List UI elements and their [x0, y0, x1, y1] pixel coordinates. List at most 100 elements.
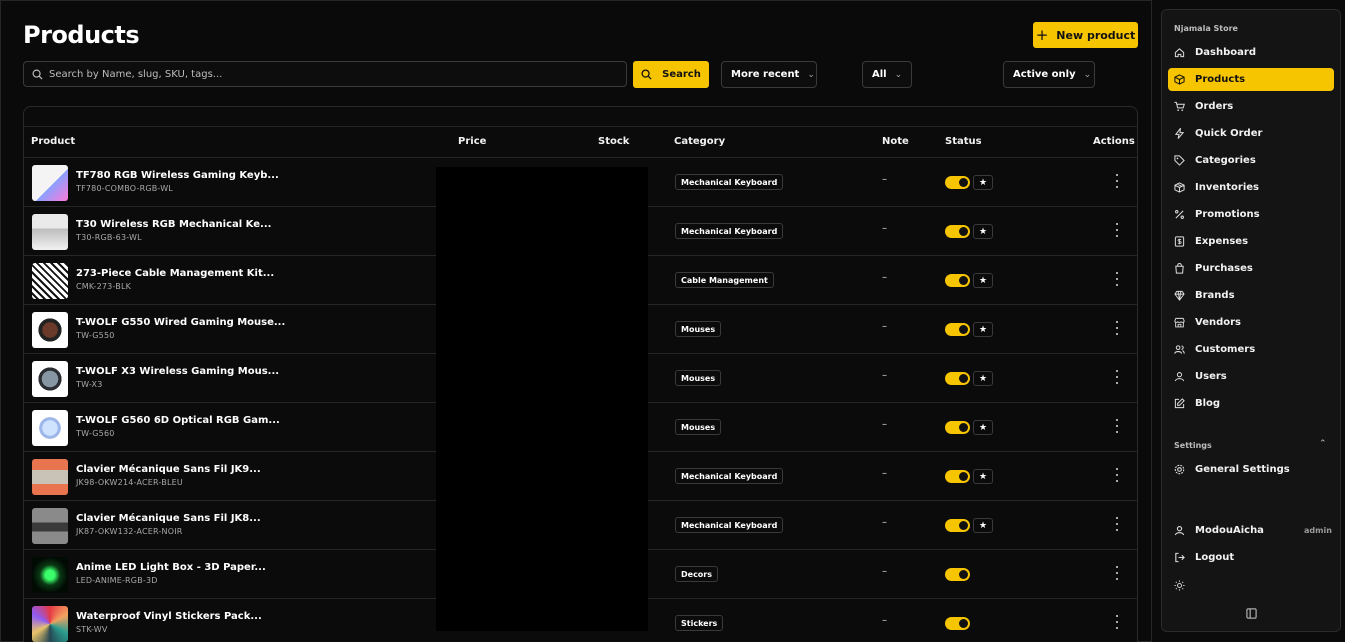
status-toggle[interactable]: [945, 519, 970, 532]
category-badge: Mechanical Keyboard: [675, 517, 784, 533]
status-toggle[interactable]: [945, 176, 970, 189]
sidebar-item-quick-order[interactable]: Quick Order: [1168, 122, 1334, 145]
product-sku: LED-ANIME-RGB-3D: [76, 576, 158, 585]
chevron-up-icon[interactable]: ⌃: [1319, 439, 1327, 449]
product-sku: T30-RGB-63-WL: [76, 233, 142, 242]
sidebar-collapse-icon[interactable]: [1246, 608, 1257, 619]
sidebar-item-products[interactable]: Products: [1168, 68, 1334, 91]
sidebar-item-customers[interactable]: Customers: [1168, 338, 1334, 361]
featured-star-button[interactable]: ★: [973, 469, 993, 484]
product-note: –: [882, 517, 887, 528]
user-name: ModouAicha: [1195, 525, 1264, 536]
tag-icon: [1174, 155, 1185, 166]
search-box[interactable]: [23, 61, 627, 87]
more-actions-icon[interactable]: [1114, 517, 1120, 531]
featured-star-button[interactable]: ★: [973, 273, 993, 288]
product-name[interactable]: T-WOLF G550 Wired Gaming Mouse...: [76, 317, 285, 328]
gem-icon: [1174, 290, 1185, 301]
product-note: –: [882, 370, 887, 381]
featured-star-button[interactable]: ★: [973, 322, 993, 337]
category-badge: Cable Management: [675, 272, 774, 288]
sidebar-item-vendors[interactable]: Vendors: [1168, 311, 1334, 334]
status-filter-value: Active only: [1013, 69, 1076, 80]
sidebar-item-blog[interactable]: Blog: [1168, 392, 1334, 415]
header-category[interactable]: Category: [674, 136, 725, 147]
sidebar-item-expenses[interactable]: Expenses: [1168, 230, 1334, 253]
product-name[interactable]: Waterproof Vinyl Stickers Pack...: [76, 611, 262, 622]
sidebar-item-promotions[interactable]: Promotions: [1168, 203, 1334, 226]
sidebar-item-purchases[interactable]: Purchases: [1168, 257, 1334, 280]
category-badge: Mechanical Keyboard: [675, 174, 784, 190]
more-actions-icon[interactable]: [1114, 370, 1120, 384]
search-icon: [32, 69, 43, 80]
search-input[interactable]: [49, 68, 609, 80]
sidebar-item-categories[interactable]: Categories: [1168, 149, 1334, 172]
product-name[interactable]: 273-Piece Cable Management Kit...: [76, 268, 274, 279]
status-toggle[interactable]: [945, 372, 970, 385]
logout-button[interactable]: Logout: [1168, 546, 1334, 569]
status-filter-dropdown[interactable]: Active only ⌄: [1003, 61, 1095, 88]
status-toggle[interactable]: [945, 617, 970, 630]
more-actions-icon[interactable]: [1114, 321, 1120, 335]
status-toggle[interactable]: [945, 274, 970, 287]
category-badge: Decors: [675, 566, 719, 582]
sun-icon[interactable]: [1174, 580, 1185, 591]
sidebar-item-brands[interactable]: Brands: [1168, 284, 1334, 307]
product-name[interactable]: TF780 RGB Wireless Gaming Keyb...: [76, 170, 279, 181]
product-name[interactable]: T-WOLF G560 6D Optical RGB Gam...: [76, 415, 280, 426]
featured-star-button[interactable]: ★: [973, 175, 993, 190]
sidebar-item-label: Dashboard: [1195, 47, 1256, 58]
category-badge: Mouses: [675, 370, 722, 386]
new-product-label: New product: [1056, 28, 1136, 42]
more-actions-icon[interactable]: [1114, 419, 1120, 433]
search-button[interactable]: Search: [633, 61, 709, 88]
product-note: –: [882, 174, 887, 185]
product-name[interactable]: Clavier Mécanique Sans Fil JK8...: [76, 513, 261, 524]
status-toggle[interactable]: [945, 225, 970, 238]
sidebar-item-label: Blog: [1195, 398, 1221, 409]
new-product-button[interactable]: + New product: [1033, 22, 1138, 48]
product-name[interactable]: T-WOLF X3 Wireless Gaming Mous...: [76, 366, 279, 377]
product-note: –: [882, 566, 887, 577]
featured-star-button[interactable]: ★: [973, 371, 993, 386]
more-actions-icon[interactable]: [1114, 223, 1120, 237]
product-name[interactable]: Clavier Mécanique Sans Fil JK9...: [76, 464, 261, 475]
product-sku: CMK-273-BLK: [76, 282, 132, 291]
header-stock[interactable]: Stock: [598, 136, 629, 147]
category-filter-dropdown[interactable]: All ⌄: [862, 61, 912, 88]
more-actions-icon[interactable]: [1114, 468, 1120, 482]
bolt-icon: [1174, 128, 1185, 139]
product-note: –: [882, 468, 887, 479]
sidebar-item-general-settings[interactable]: General Settings: [1168, 458, 1334, 481]
more-actions-icon[interactable]: [1114, 615, 1120, 629]
featured-star-button[interactable]: ★: [973, 420, 993, 435]
sidebar-item-inventories[interactable]: Inventories: [1168, 176, 1334, 199]
sidebar-item-label: General Settings: [1195, 464, 1290, 475]
box-icon: [1174, 74, 1185, 85]
more-actions-icon[interactable]: [1114, 272, 1120, 286]
status-toggle[interactable]: [945, 421, 970, 434]
product-sku: JK87-OKW132-ACER-NOIR: [76, 527, 183, 536]
status-toggle[interactable]: [945, 470, 970, 483]
sidebar-item-dashboard[interactable]: Dashboard: [1168, 41, 1334, 64]
featured-star-button[interactable]: ★: [973, 518, 993, 533]
status-toggle[interactable]: [945, 568, 970, 581]
table-header: Product Price Stock Category Note Status…: [24, 126, 1137, 158]
more-actions-icon[interactable]: [1114, 566, 1120, 580]
category-badge: Mouses: [675, 419, 722, 435]
sidebar-item-users[interactable]: Users: [1168, 365, 1334, 388]
percent-icon: [1175, 210, 1184, 219]
header-product[interactable]: Product: [31, 136, 75, 147]
status-toggle[interactable]: [945, 323, 970, 336]
featured-star-button[interactable]: ★: [973, 224, 993, 239]
product-name[interactable]: Anime LED Light Box - 3D Paper...: [76, 562, 266, 573]
home-icon: [1174, 48, 1185, 58]
sidebar-item-orders[interactable]: Orders: [1168, 95, 1334, 118]
cart-icon: [1174, 101, 1185, 111]
product-name[interactable]: T30 Wireless RGB Mechanical Ke...: [76, 219, 271, 230]
main-content: Products + New product Search More recen…: [0, 0, 1152, 642]
sidebar-item-label: Expenses: [1195, 236, 1249, 247]
more-actions-icon[interactable]: [1114, 174, 1120, 188]
sort-dropdown[interactable]: More recent ⌄: [721, 61, 817, 88]
header-price[interactable]: Price: [458, 136, 486, 147]
